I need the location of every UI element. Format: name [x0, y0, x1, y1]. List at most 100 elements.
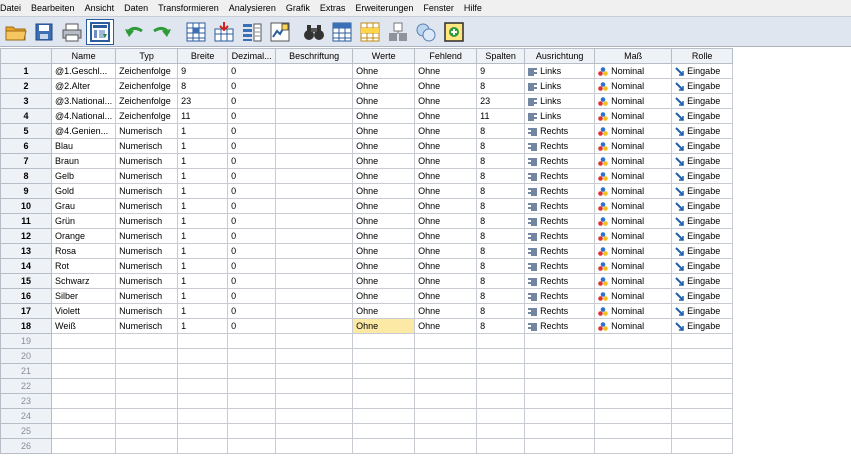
cell-rolle[interactable]: [671, 408, 734, 424]
cell-rolle[interactable]: [671, 423, 734, 439]
cell-mass[interactable]: [594, 378, 673, 394]
cell-dezimal[interactable]: 0: [227, 108, 277, 124]
cell-mass[interactable]: Nominal: [594, 198, 673, 214]
cell-werte[interactable]: [352, 408, 416, 424]
cell-typ[interactable]: Numerisch: [115, 213, 179, 229]
cell-typ[interactable]: Numerisch: [115, 258, 179, 274]
cell-spalten[interactable]: 8: [476, 168, 526, 184]
cell-rolle[interactable]: [671, 363, 734, 379]
cell-spalten[interactable]: 8: [476, 303, 526, 319]
cell-spalten[interactable]: [476, 423, 526, 439]
cell-dezimal[interactable]: 0: [227, 303, 277, 319]
cell-name[interactable]: @1.Geschl...: [50, 63, 117, 79]
cell-werte[interactable]: Ohne: [352, 243, 416, 259]
cell-fehlend[interactable]: Ohne: [414, 168, 478, 184]
cell-typ[interactable]: Zeichenfolge: [115, 93, 179, 109]
row-number[interactable]: 25: [0, 423, 52, 439]
cell-fehlend[interactable]: Ohne: [414, 258, 478, 274]
cell-dezimal[interactable]: [227, 393, 277, 409]
cell-werte[interactable]: Ohne: [352, 168, 416, 184]
row-number[interactable]: 14: [0, 258, 52, 274]
cell-rolle[interactable]: Eingabe: [671, 243, 734, 259]
cell-name[interactable]: Silber: [50, 288, 117, 304]
cell-ausrichtung[interactable]: Rechts: [524, 318, 596, 334]
cell-dezimal[interactable]: 0: [227, 153, 277, 169]
row-number[interactable]: 1: [0, 63, 52, 79]
custom-sets-button[interactable]: [440, 19, 468, 45]
cell-spalten[interactable]: 8: [476, 78, 526, 94]
cell-typ[interactable]: Numerisch: [115, 288, 179, 304]
row-number[interactable]: 16: [0, 288, 52, 304]
cell-beschriftung[interactable]: [275, 63, 354, 79]
cell-breite[interactable]: [177, 438, 229, 454]
cell-name[interactable]: [50, 423, 117, 439]
cell-ausrichtung[interactable]: Rechts: [524, 243, 596, 259]
row-number[interactable]: 4: [0, 108, 52, 124]
cell-mass[interactable]: [594, 393, 673, 409]
cell-name[interactable]: Rosa: [50, 243, 117, 259]
cell-rolle[interactable]: Eingabe: [671, 198, 734, 214]
cell-spalten[interactable]: 8: [476, 288, 526, 304]
column-header[interactable]: Dezimal...: [227, 48, 277, 64]
cell-fehlend[interactable]: Ohne: [414, 153, 478, 169]
row-number[interactable]: 5: [0, 123, 52, 139]
cell-beschriftung[interactable]: [275, 408, 354, 424]
cell-ausrichtung[interactable]: Rechts: [524, 303, 596, 319]
cell-fehlend[interactable]: Ohne: [414, 273, 478, 289]
cell-spalten[interactable]: 8: [476, 213, 526, 229]
cell-ausrichtung[interactable]: [524, 363, 596, 379]
column-header[interactable]: Werte: [352, 48, 416, 64]
cell-ausrichtung[interactable]: Rechts: [524, 153, 596, 169]
cell-breite[interactable]: 1: [177, 318, 229, 334]
cell-fehlend[interactable]: Ohne: [414, 288, 478, 304]
cell-breite[interactable]: [177, 423, 229, 439]
cell-breite[interactable]: [177, 378, 229, 394]
cell-spalten[interactable]: [476, 378, 526, 394]
cell-mass[interactable]: [594, 363, 673, 379]
cell-typ[interactable]: Numerisch: [115, 183, 179, 199]
recall-dialog-button[interactable]: [86, 18, 114, 45]
column-header[interactable]: Name: [50, 48, 117, 64]
cell-dezimal[interactable]: 0: [227, 198, 277, 214]
redo-button[interactable]: [148, 19, 176, 45]
cell-beschriftung[interactable]: [275, 93, 354, 109]
cell-breite[interactable]: 1: [177, 258, 229, 274]
cell-dezimal[interactable]: 0: [227, 243, 277, 259]
cell-dezimal[interactable]: 0: [227, 288, 277, 304]
cell-werte[interactable]: [352, 333, 416, 349]
cell-spalten[interactable]: [476, 333, 526, 349]
cell-name[interactable]: @3.National...: [50, 93, 117, 109]
row-number[interactable]: 17: [0, 303, 52, 319]
select-cases-button[interactable]: [356, 19, 384, 45]
cell-spalten[interactable]: 8: [476, 123, 526, 139]
cell-ausrichtung[interactable]: Rechts: [524, 138, 596, 154]
cell-name[interactable]: Orange: [50, 228, 117, 244]
row-number[interactable]: 26: [0, 438, 52, 454]
cell-typ[interactable]: Numerisch: [115, 138, 179, 154]
cell-rolle[interactable]: Eingabe: [671, 228, 734, 244]
cell-werte[interactable]: [352, 423, 416, 439]
column-header[interactable]: Spalten: [476, 48, 526, 64]
cell-name[interactable]: Gelb: [50, 168, 117, 184]
row-number[interactable]: 15: [0, 273, 52, 289]
cell-mass[interactable]: Nominal: [594, 78, 673, 94]
cell-mass[interactable]: Nominal: [594, 213, 673, 229]
cell-breite[interactable]: 23: [177, 93, 229, 109]
cell-rolle[interactable]: Eingabe: [671, 153, 734, 169]
cell-breite[interactable]: 11: [177, 108, 229, 124]
cell-dezimal[interactable]: 0: [227, 213, 277, 229]
cell-beschriftung[interactable]: [275, 228, 354, 244]
cell-ausrichtung[interactable]: Rechts: [524, 123, 596, 139]
cell-name[interactable]: Violett: [50, 303, 117, 319]
cell-werte[interactable]: Ohne: [352, 288, 416, 304]
column-header[interactable]: Breite: [177, 48, 229, 64]
cell-typ[interactable]: [115, 408, 179, 424]
cell-dezimal[interactable]: 0: [227, 228, 277, 244]
cell-spalten[interactable]: 11: [476, 108, 526, 124]
cell-fehlend[interactable]: [414, 378, 478, 394]
cell-breite[interactable]: 1: [177, 123, 229, 139]
cell-beschriftung[interactable]: [275, 288, 354, 304]
cell-fehlend[interactable]: [414, 393, 478, 409]
cell-ausrichtung[interactable]: Rechts: [524, 198, 596, 214]
cell-beschriftung[interactable]: [275, 258, 354, 274]
